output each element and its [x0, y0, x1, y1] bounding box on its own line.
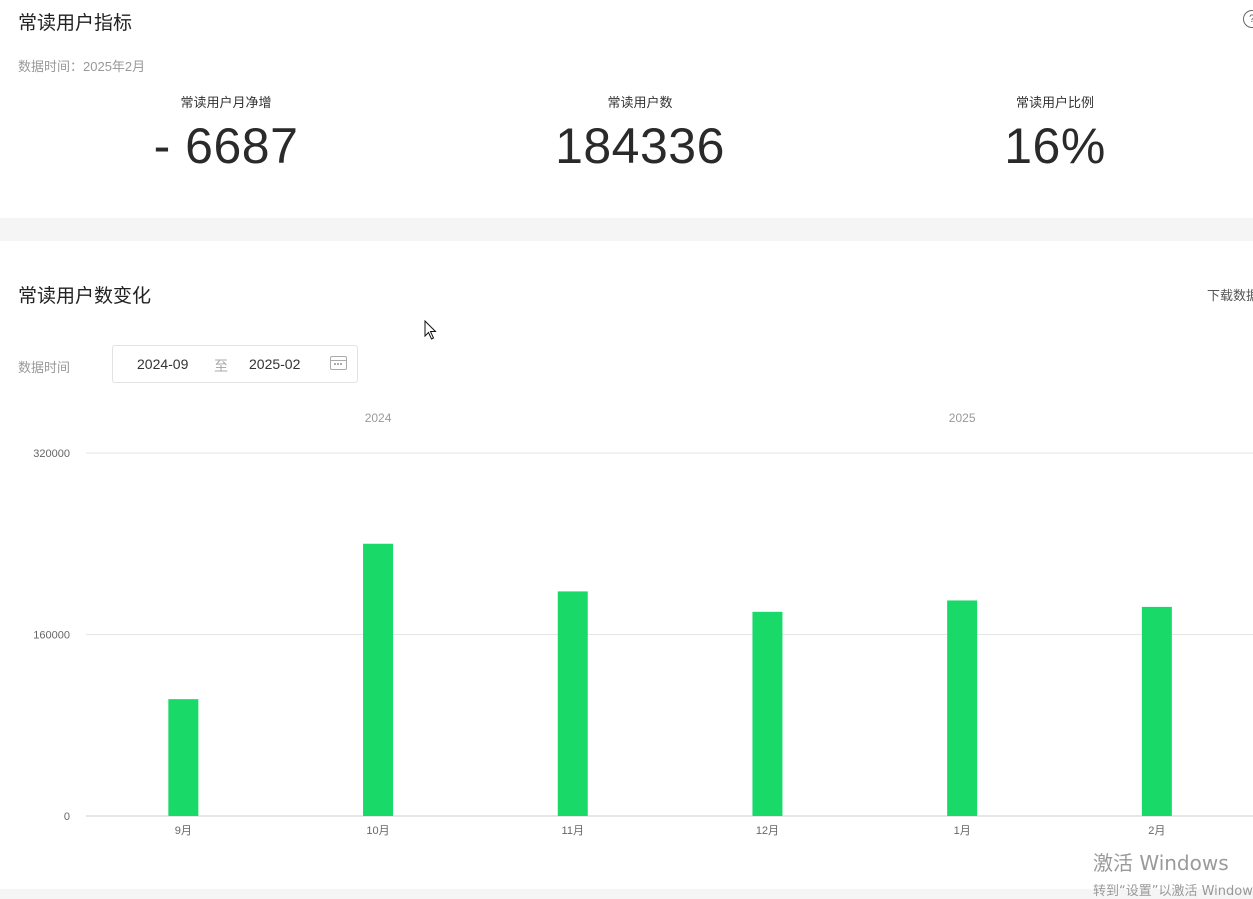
x-tick-label: 1月 — [954, 825, 971, 837]
watermark-line-2: 转到“设置”以激活 Windows。 — [1093, 884, 1253, 899]
year-labels: 2024 2025 — [365, 411, 976, 425]
year-label: 2024 — [365, 411, 392, 425]
metric-value: 16% — [1004, 118, 1106, 174]
metric-label: 常读用户月净增 — [180, 95, 272, 110]
watermark-line-1: 激活 Windows — [1093, 851, 1229, 875]
y-tick-label: 0 — [64, 811, 70, 823]
date-start-input[interactable]: 2024-09 — [137, 356, 188, 372]
indicators-title: 常读用户指标 — [18, 13, 133, 34]
frequent-readers-bar-chart: 0 160000 320000 2024 2025 9月 10月 11月 12月 1月 2月 — [33, 411, 1253, 837]
download-data-link[interactable]: 下载数据 — [1207, 285, 1253, 304]
y-tick-label: 160000 — [33, 630, 70, 642]
year-label: 2025 — [949, 411, 976, 425]
metric-label: 常读用户数 — [607, 95, 673, 110]
trend-title: 常读用户数变化 — [18, 286, 152, 307]
gridlines — [86, 452, 1253, 817]
x-axis-ticks: 9月 10月 11月 12月 1月 2月 — [175, 825, 1166, 837]
metric-label: 常读用户比例 — [1015, 95, 1094, 110]
indicators-panel: 常读用户指标 ? 数据时间：2025年2月 常读用户月净增 - 6687 常读用… — [0, 0, 1253, 218]
indicators-data-time: 数据时间：2025年2月 — [18, 59, 146, 74]
date-range-label: 数据时间 — [18, 360, 71, 375]
metric-value: 184336 — [555, 118, 725, 174]
bar-5[interactable] — [947, 600, 978, 816]
trend-panel: 常读用户数变化 下载数据 数据时间 2024-09 至 2025-02 0 160… — [0, 241, 1253, 889]
help-icon[interactable]: ? — [1243, 10, 1253, 28]
date-end-input[interactable]: 2025-02 — [249, 356, 300, 372]
metric-monthly-net-growth: 常读用户月净增 - 6687 — [76, 92, 376, 175]
x-tick-label: 12月 — [756, 825, 779, 837]
date-range-separator: 至 — [214, 358, 228, 374]
y-axis-ticks: 0 160000 320000 — [33, 448, 70, 823]
y-tick-label: 320000 — [33, 448, 70, 460]
bar-1[interactable] — [168, 699, 199, 816]
metric-frequent-readers: 常读用户数 184336 — [490, 92, 790, 175]
date-range-picker[interactable]: 2024-09 至 2025-02 — [112, 345, 358, 383]
x-tick-label: 2月 — [1148, 825, 1165, 837]
bar-4[interactable] — [752, 611, 783, 816]
metric-frequent-reader-ratio: 常读用户比例 16% — [905, 92, 1205, 175]
x-tick-label: 11月 — [562, 825, 584, 837]
bar-3[interactable] — [557, 591, 588, 816]
metric-value: - 6687 — [153, 118, 299, 174]
calendar-icon[interactable] — [330, 356, 347, 370]
bar-2[interactable] — [363, 543, 394, 816]
x-tick-label: 9月 — [175, 825, 192, 837]
mouse-cursor-icon — [424, 320, 437, 340]
bars — [168, 543, 1172, 816]
windows-activation-watermark: 激活 Windows 转到“设置”以激活 Windows。 — [1093, 847, 1253, 899]
x-tick-label: 10月 — [366, 825, 389, 837]
bar-6[interactable] — [1141, 606, 1172, 816]
